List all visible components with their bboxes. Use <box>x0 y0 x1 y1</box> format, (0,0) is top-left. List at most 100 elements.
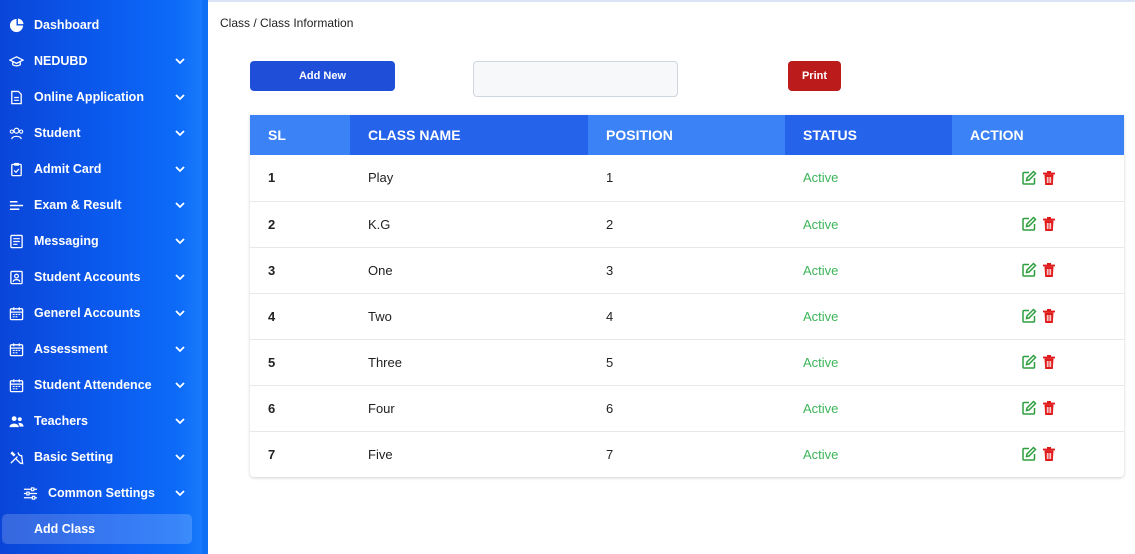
cell-position: 4 <box>588 293 785 340</box>
cell-class-name: Play <box>350 155 588 202</box>
tools-icon <box>8 449 24 465</box>
table-row: 2 K.G 2 Active <box>250 201 1124 248</box>
cell-sl: 2 <box>250 201 350 248</box>
search-input[interactable] <box>473 61 678 97</box>
chevron-down-icon <box>175 94 185 101</box>
cell-actions <box>952 201 1124 248</box>
sidebar-item-basic-setting[interactable]: Basic Setting <box>0 439 200 475</box>
cell-sl: 5 <box>250 339 350 386</box>
sidebar-item-label: Generel Accounts <box>34 306 141 320</box>
column-header-action: ACTION <box>952 115 1124 155</box>
delete-icon[interactable] <box>1041 262 1057 278</box>
sidebar-item-teachers[interactable]: Teachers <box>0 403 200 439</box>
delete-icon[interactable] <box>1041 400 1057 416</box>
cell-status: Active <box>785 247 952 294</box>
chevron-down-icon <box>175 166 185 173</box>
cell-class-name: K.G <box>350 201 588 248</box>
edit-icon[interactable] <box>1021 308 1037 324</box>
sidebar-item-admit-card[interactable]: Admit Card <box>0 151 200 187</box>
delete-icon[interactable] <box>1041 354 1057 370</box>
column-header-status: STATUS <box>785 115 952 155</box>
edit-icon[interactable] <box>1021 170 1037 186</box>
id-card-icon <box>8 269 24 285</box>
cell-sl: 4 <box>250 293 350 340</box>
chevron-down-icon <box>175 382 185 389</box>
cell-class-name: Four <box>350 385 588 432</box>
sidebar-item-dashboard[interactable]: Dashboard <box>0 7 200 43</box>
print-button[interactable]: Print <box>788 61 841 91</box>
cell-class-name: Three <box>350 339 588 386</box>
cell-status: Active <box>803 446 839 462</box>
sidebar-item-label: Admit Card <box>34 162 102 176</box>
edit-icon[interactable] <box>1021 216 1037 232</box>
cell-actions <box>952 247 1124 294</box>
sidebar-item-label: NEDUBD <box>34 54 88 68</box>
cell-status: Active <box>785 293 952 340</box>
sidebar-item-label: Student <box>34 126 81 140</box>
add-new-button[interactable]: Add New <box>250 61 395 91</box>
table-row: 6 Four 6 Active <box>250 385 1124 432</box>
cell-actions <box>952 431 1124 477</box>
edit-icon[interactable] <box>1021 446 1037 462</box>
list-box-icon <box>8 233 24 249</box>
cell-position: 2 <box>588 201 785 248</box>
chevron-down-icon <box>175 58 185 65</box>
sidebar-item-messaging[interactable]: Messaging <box>0 223 200 259</box>
graduation-cap-icon <box>8 53 24 69</box>
column-header-position: POSITION <box>588 115 785 155</box>
sidebar-item-label: Dashboard <box>34 18 100 32</box>
document-icon <box>8 89 24 105</box>
column-header-class-name: CLASS NAME <box>350 115 588 155</box>
sidebar-item-online-application[interactable]: Online Application <box>0 79 200 115</box>
cell-actions <box>952 293 1124 340</box>
delete-icon[interactable] <box>1041 308 1057 324</box>
edit-icon[interactable] <box>1021 400 1037 416</box>
cell-class-name: Five <box>368 446 393 462</box>
class-table: SL CLASS NAME POSITION STATUS ACTION 1 P… <box>250 115 1124 477</box>
sidebar-item-label: Student Attendence <box>34 378 152 392</box>
delete-icon[interactable] <box>1041 446 1057 462</box>
edit-icon[interactable] <box>1021 354 1037 370</box>
pie-chart-icon <box>8 17 24 33</box>
sidebar-item-student-attendence[interactable]: Student Attendence <box>0 367 200 403</box>
column-header-sl: SL <box>250 115 350 155</box>
lines-icon <box>8 197 24 213</box>
sidebar-item-add-class[interactable]: Add Class <box>2 514 192 544</box>
sidebar-item-label: Messaging <box>34 234 99 248</box>
sidebar-item-label: Basic Setting <box>34 450 114 464</box>
sidebar-item-generel-accounts[interactable]: Generel Accounts <box>0 295 200 331</box>
delete-icon[interactable] <box>1041 170 1057 186</box>
sidebar-item-nedubd[interactable]: NEDUBD <box>0 43 200 79</box>
class-table-card: SL CLASS NAME POSITION STATUS ACTION 1 P… <box>250 115 1124 477</box>
cell-actions <box>952 385 1124 432</box>
cell-position: 7 <box>606 446 614 462</box>
table-row: 7 Five 7 Active <box>250 431 1124 477</box>
cell-position: 3 <box>588 247 785 294</box>
sidebar-item-label: Assessment <box>34 342 108 356</box>
sidebar-item-label: Teachers <box>34 414 88 428</box>
cell-position: 5 <box>588 339 785 386</box>
breadcrumb: Class / Class Information <box>220 16 354 30</box>
edit-icon[interactable] <box>1021 262 1037 278</box>
sidebar-item-assessment[interactable]: Assessment <box>0 331 200 367</box>
chevron-down-icon <box>175 310 185 317</box>
users-icon <box>8 125 24 141</box>
calendar-icon <box>8 305 24 321</box>
cell-position: 1 <box>588 155 785 202</box>
sidebar-item-student[interactable]: Student <box>0 115 200 151</box>
sidebar-item-student-accounts[interactable]: Student Accounts <box>0 259 200 295</box>
sidebar-item-common-settings[interactable]: Common Settings <box>0 475 200 511</box>
cell-position: 6 <box>588 385 785 432</box>
cell-actions <box>952 339 1124 386</box>
cell-sl: 1 <box>250 155 350 202</box>
table-row: 3 One 3 Active <box>250 247 1124 294</box>
cell-status: Active <box>785 339 952 386</box>
sidebar-item-exam-result[interactable]: Exam & Result <box>0 187 200 223</box>
delete-icon[interactable] <box>1041 216 1057 232</box>
table-row: 1 Play 1 Active <box>250 155 1124 202</box>
calendar-icon <box>8 377 24 393</box>
cell-sl: 6 <box>250 385 350 432</box>
sidebar-item-label: Add Class <box>34 522 96 536</box>
people-icon <box>8 413 24 429</box>
cell-sl: 7 <box>268 446 276 462</box>
